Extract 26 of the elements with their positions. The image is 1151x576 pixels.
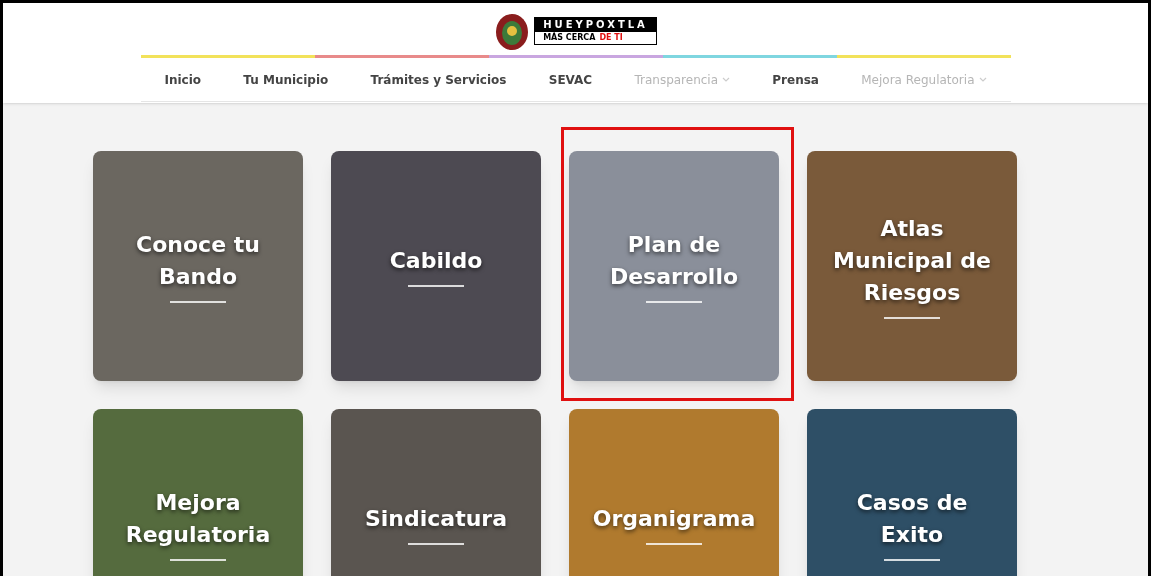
card-title: Conoce tu Bando <box>135 231 261 291</box>
card-title: Casos de Exito <box>855 489 969 549</box>
card[interactable]: Cabildo <box>331 151 541 381</box>
logo-tagline-accent: DE TI <box>599 32 623 44</box>
logo-name: HUEYPOXTLA <box>535 18 656 32</box>
caret-icon <box>978 76 987 83</box>
nav-link[interactable]: Prensa <box>756 70 835 89</box>
card-title: Cabildo <box>389 247 483 276</box>
caret-icon <box>722 76 731 83</box>
card[interactable]: Conoce tu Bando <box>93 151 303 381</box>
emblem-icon <box>494 11 531 51</box>
card[interactable]: Sindicatura <box>331 409 541 576</box>
card[interactable]: Atlas Municipal de Riesgos <box>807 151 1017 381</box>
nav-link[interactable]: SEVAC <box>532 70 609 89</box>
card-title: Sindicatura <box>364 505 508 534</box>
nav-link[interactable]: Inicio <box>148 70 218 89</box>
logo-tagline: MÁS CERCA <box>543 32 596 44</box>
card[interactable]: Casos de Exito <box>807 409 1017 576</box>
card-title: Plan de Desarrollo <box>608 231 740 291</box>
card[interactable]: Mejora Regulatoria <box>93 409 303 576</box>
card[interactable]: Organigrama <box>569 409 779 576</box>
card-title: Organigrama <box>592 505 756 534</box>
card-title: Atlas Municipal de Riesgos <box>832 215 992 307</box>
nav-link[interactable]: Tu Municipio <box>227 70 345 89</box>
card-title: Mejora Regulatoria <box>124 489 272 549</box>
nav-link[interactable]: Trámites y Servicios <box>354 70 523 89</box>
